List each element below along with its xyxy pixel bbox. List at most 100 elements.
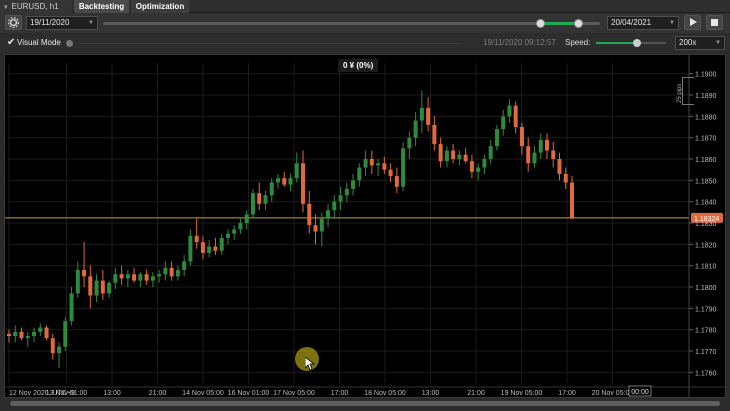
- x-tick-label: 13:00: [103, 390, 121, 397]
- candle-body: [307, 203, 312, 226]
- timeline-end-handle[interactable]: [574, 19, 583, 28]
- candle-body: [57, 346, 62, 354]
- current-time: 19/11/2020 09:12:57: [483, 38, 556, 47]
- candle-body: [107, 282, 112, 294]
- candle-body: [207, 246, 212, 253]
- speed-label: Speed:: [565, 38, 591, 47]
- candle-body: [188, 235, 193, 262]
- chevron-down-icon: ▼: [715, 40, 721, 46]
- candle-body: [69, 293, 74, 322]
- candle-body: [25, 336, 30, 339]
- timeline-start-handle[interactable]: [536, 19, 545, 28]
- chevron-down-icon: ▼: [669, 20, 675, 26]
- start-date-value: 19/11/2020: [30, 18, 70, 27]
- x-tick-label: 18 Nov 05:00: [364, 390, 406, 397]
- y-tick-label: 1.1810: [695, 264, 717, 271]
- candle-body: [163, 267, 168, 275]
- candle-body: [488, 146, 493, 159]
- candle-body: [482, 159, 487, 168]
- end-date-value: 20/04/2021: [611, 18, 652, 27]
- x-tick-label: 17:00: [331, 390, 349, 397]
- y-tick-label: 1.1790: [695, 306, 717, 313]
- speed-slider[interactable]: [596, 39, 666, 47]
- backtest-controls: 19/11/2020 ▼ 20/04/2021 ▼: [0, 13, 730, 33]
- scrollbar-thumb[interactable]: [10, 401, 720, 406]
- candle-body: [225, 233, 230, 238]
- candle-body: [426, 107, 431, 125]
- candle-body: [513, 105, 518, 127]
- candle-body: [401, 148, 406, 187]
- pips-scale-label: 25 pips: [677, 83, 683, 103]
- candle-body: [570, 182, 574, 219]
- candle-body: [494, 129, 499, 147]
- y-tick-label: 1.1850: [695, 178, 717, 185]
- candle-body: [357, 167, 362, 181]
- pnl-label: 0 ¥ (0%): [338, 59, 379, 72]
- candle-body: [275, 178, 280, 183]
- candle-body: [175, 269, 180, 277]
- end-date-picker[interactable]: 20/04/2021 ▼: [607, 16, 679, 30]
- settings-button[interactable]: [5, 15, 22, 30]
- candle-body: [326, 210, 331, 219]
- candle-body: [463, 154, 468, 162]
- candle-body: [476, 167, 481, 172]
- candle-body: [13, 331, 18, 337]
- candle-body: [257, 193, 262, 204]
- chart-horizontal-scrollbar[interactable]: [4, 398, 726, 408]
- candle-body: [451, 150, 456, 159]
- x-tick-label: 13 Nov 01:00: [46, 390, 88, 397]
- candle-body: [125, 274, 130, 279]
- price-chart[interactable]: 1.18324 1.1900 1.1890 1.1880 1.1870 1.1860 1.…: [4, 54, 726, 398]
- candle-body: [407, 137, 412, 149]
- candle-body: [288, 178, 293, 185]
- pips-scale-marker: [682, 77, 694, 105]
- x-tick-label: 19 Nov 05:00: [501, 390, 543, 397]
- candle-body: [75, 269, 80, 294]
- tab-symbol[interactable]: ▾ EURUSD, h1: [0, 0, 72, 13]
- play-icon: [689, 18, 697, 26]
- candle-body: [313, 225, 318, 232]
- candle-body: [250, 193, 255, 215]
- candle-body: [344, 188, 349, 196]
- candle-body: [557, 159, 562, 174]
- x-tick-label: 21:00: [467, 390, 485, 397]
- candle-body: [150, 276, 155, 281]
- candle-body: [413, 120, 418, 138]
- tab-backtesting[interactable]: Backtesting: [74, 0, 129, 13]
- candle-body: [376, 163, 381, 166]
- chart-canvas[interactable]: 1.18324 1.19001.18901.18801.18701.18601.…: [5, 55, 725, 397]
- candle-body: [294, 163, 299, 179]
- stop-icon: [711, 19, 718, 26]
- candle-body: [369, 159, 374, 166]
- candle-body: [238, 223, 243, 230]
- tab-optimization[interactable]: Optimization: [131, 0, 189, 13]
- x-tick-label: 21:00: [149, 390, 167, 397]
- candle-body: [507, 105, 512, 117]
- play-button[interactable]: [684, 15, 701, 30]
- backtest-timeline-slider[interactable]: [103, 19, 600, 28]
- candle-body: [88, 276, 93, 296]
- visual-mode-label: Visual Mode: [17, 38, 61, 47]
- candle-body: [563, 173, 568, 183]
- y-tick-label: 1.1760: [695, 370, 717, 377]
- candle-body: [457, 154, 462, 159]
- candle-body: [501, 116, 506, 130]
- candle-body: [182, 261, 187, 270]
- candle-body: [232, 229, 237, 234]
- y-tick-label: 1.1780: [695, 328, 717, 335]
- candle-body: [169, 267, 174, 277]
- stop-button[interactable]: [706, 15, 723, 30]
- visual-mode-checkbox[interactable]: ✔: [7, 37, 15, 48]
- y-tick-label: 1.1860: [695, 157, 717, 164]
- speed-slider-handle[interactable]: [633, 39, 641, 47]
- candle-body: [282, 178, 287, 185]
- x-tick-label: 13:00: [422, 390, 440, 397]
- y-tick-label: 1.1800: [695, 285, 717, 292]
- candle-body: [351, 180, 356, 189]
- chevron-down-icon[interactable]: ▾: [4, 4, 8, 11]
- candle-body: [113, 274, 118, 283]
- speed-select[interactable]: 200x ▼: [675, 36, 725, 50]
- start-date-picker[interactable]: 19/11/2020 ▼: [26, 16, 98, 30]
- y-axis: 1.1900 1.1890 1.1880 1.1870 1.1860 1.1850 1.18…: [688, 55, 717, 397]
- candle-body: [219, 237, 224, 251]
